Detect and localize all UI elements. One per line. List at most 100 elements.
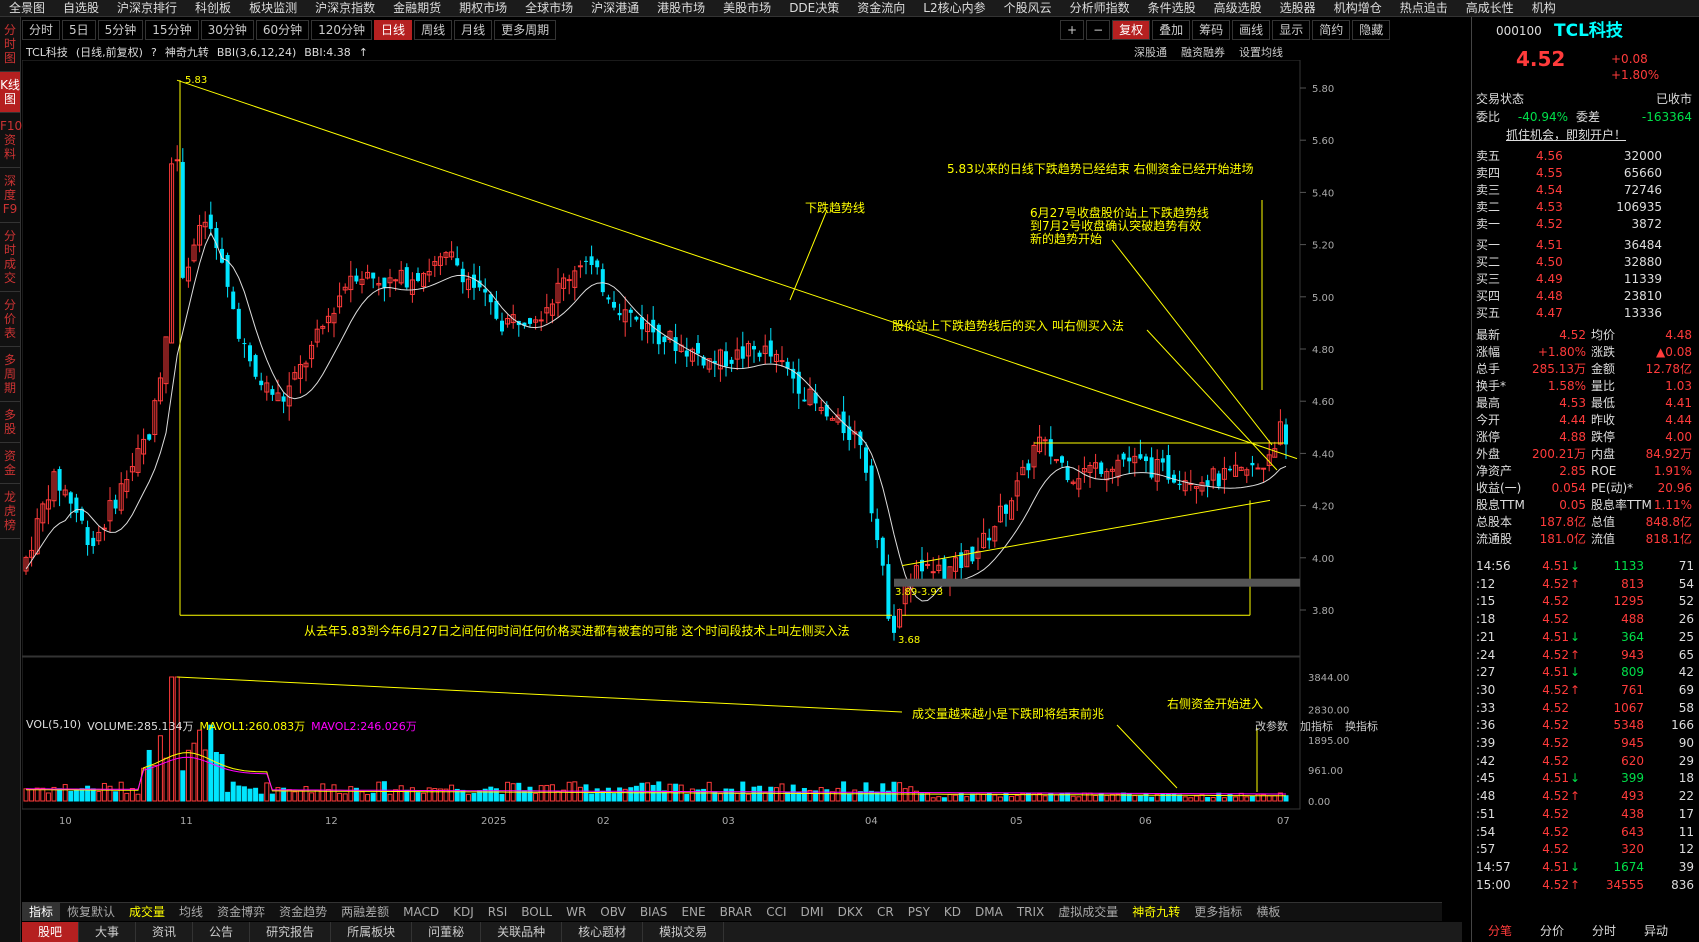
- left-tab[interactable]: 龙虎榜: [0, 484, 20, 539]
- toolbar-button[interactable]: 简约: [1312, 20, 1351, 40]
- indicator-tab[interactable]: DMA: [968, 903, 1010, 921]
- menu-item[interactable]: 分析师指数: [1061, 0, 1139, 16]
- menu-item[interactable]: 港股市场: [648, 0, 714, 16]
- left-tab[interactable]: 多周期: [0, 347, 20, 402]
- indicator-tab[interactable]: RSI: [481, 903, 515, 921]
- period-tab[interactable]: 30分钟: [200, 20, 254, 40]
- left-tab[interactable]: 多股: [0, 402, 20, 443]
- indicator-tab[interactable]: WR: [559, 903, 593, 921]
- toolbar-button[interactable]: +: [1060, 20, 1085, 40]
- volume-tool[interactable]: 换指标: [1345, 718, 1378, 734]
- indicator-tab[interactable]: DMI: [794, 903, 831, 921]
- indicator-tab[interactable]: 均线: [172, 903, 210, 921]
- toolbar-button[interactable]: 筹码: [1192, 20, 1231, 40]
- menu-item[interactable]: 自选股: [54, 0, 108, 16]
- toolbar-button[interactable]: −: [1086, 20, 1111, 40]
- quote-footer-tab[interactable]: 分笔: [1476, 923, 1524, 940]
- toolbar-button[interactable]: 叠加: [1152, 20, 1191, 40]
- bottom-tab[interactable]: 问董秘: [412, 922, 482, 942]
- indicator-name[interactable]: 神奇九转: [165, 44, 209, 60]
- bottom-tab[interactable]: 核心题材: [562, 922, 644, 942]
- toolbar-button[interactable]: 隐藏: [1352, 20, 1391, 40]
- left-tab[interactable]: 深度F9: [0, 168, 20, 223]
- indicator-tab[interactable]: CR: [870, 903, 901, 921]
- indicator-tab[interactable]: 成交量: [122, 903, 172, 921]
- quote-footer-tab[interactable]: 分时: [1580, 923, 1628, 940]
- bottom-tab[interactable]: 大事: [79, 922, 137, 942]
- menu-item[interactable]: 个股风云: [995, 0, 1061, 16]
- quote-footer-tab[interactable]: 异动: [1632, 923, 1680, 940]
- indicator-tab[interactable]: BRAR: [713, 903, 760, 921]
- chart-tool[interactable]: 融资融券: [1181, 44, 1225, 60]
- indicator-tab[interactable]: 恢复默认: [60, 903, 122, 921]
- menu-item[interactable]: 全景图: [0, 0, 54, 16]
- menu-item[interactable]: 机构增仓: [1325, 0, 1391, 16]
- bottom-tab[interactable]: 模拟交易: [643, 922, 725, 942]
- period-tab[interactable]: 日线: [374, 20, 413, 40]
- kline-mode[interactable]: (日线,前复权): [76, 44, 143, 60]
- indicator-tab[interactable]: KDJ: [446, 903, 481, 921]
- period-tab[interactable]: 5日: [62, 20, 96, 40]
- toolbar-button[interactable]: 画线: [1232, 20, 1271, 40]
- menu-item[interactable]: 沪深京排行: [108, 0, 186, 16]
- indicator-tab[interactable]: KD: [937, 903, 968, 921]
- indicator-tab[interactable]: 两融差额: [334, 903, 396, 921]
- menu-item[interactable]: 资金流向: [848, 0, 914, 16]
- period-tab[interactable]: 120分钟: [311, 20, 373, 40]
- menu-item[interactable]: 机构: [1523, 0, 1565, 16]
- period-tab[interactable]: 周线: [414, 20, 453, 40]
- menu-item[interactable]: 美股市场: [714, 0, 780, 16]
- menu-item[interactable]: DDE决策: [780, 0, 848, 16]
- period-tab[interactable]: 月线: [454, 20, 493, 40]
- indicator-tab[interactable]: 虚拟成交量: [1051, 903, 1125, 921]
- promo-link[interactable]: 抓住机会，即刻开户！: [1506, 127, 1686, 144]
- menu-item[interactable]: 高级选股: [1205, 0, 1271, 16]
- toolbar-button[interactable]: 显示: [1272, 20, 1311, 40]
- menu-item[interactable]: 科创板: [186, 0, 240, 16]
- left-tab[interactable]: F10资料: [0, 113, 22, 168]
- menu-item[interactable]: 板块监测: [240, 0, 306, 16]
- quote-footer-tab[interactable]: 分价: [1528, 923, 1576, 940]
- period-tab[interactable]: 60分钟: [255, 20, 310, 40]
- period-tab[interactable]: 15分钟: [145, 20, 199, 40]
- menu-item[interactable]: 高成长性: [1457, 0, 1523, 16]
- indicator-tab[interactable]: BIAS: [633, 903, 675, 921]
- left-tab[interactable]: K线图: [0, 72, 20, 113]
- menu-item[interactable]: 热点追击: [1391, 0, 1457, 16]
- left-tab[interactable]: 资金: [0, 443, 20, 484]
- indicator-tab[interactable]: 更多指标: [1187, 903, 1249, 921]
- menu-item[interactable]: L2核心内参: [914, 0, 994, 16]
- indicator-tab[interactable]: 指标: [22, 903, 61, 921]
- indicator-tab[interactable]: PSY: [901, 903, 937, 921]
- menu-item[interactable]: 沪深京指数: [306, 0, 384, 16]
- indicator-tab[interactable]: ENE: [674, 903, 712, 921]
- volume-tool[interactable]: 改参数: [1255, 718, 1288, 734]
- left-tab[interactable]: 分价表: [0, 292, 20, 347]
- bottom-tab[interactable]: 资讯: [136, 922, 194, 942]
- chart-tool[interactable]: 深股通: [1134, 44, 1167, 60]
- indicator-tab[interactable]: TRIX: [1010, 903, 1051, 921]
- bottom-tab[interactable]: 股吧: [22, 922, 80, 942]
- menu-item[interactable]: 金融期货: [384, 0, 450, 16]
- chart-tool[interactable]: 设置均线: [1239, 44, 1283, 60]
- indicator-tab[interactable]: BOLL: [514, 903, 559, 921]
- period-tab[interactable]: 分时: [22, 20, 61, 40]
- indicator-tab[interactable]: OBV: [593, 903, 633, 921]
- bottom-tab[interactable]: 研究报告: [250, 922, 332, 942]
- menu-item[interactable]: 选股器: [1271, 0, 1325, 16]
- bottom-tab[interactable]: 关联品种: [481, 922, 563, 942]
- volume-tool[interactable]: 加指标: [1300, 718, 1333, 734]
- menu-item[interactable]: 沪深港通: [582, 0, 648, 16]
- help-icon[interactable]: ?: [151, 46, 157, 59]
- left-tab[interactable]: 分时图: [0, 17, 20, 72]
- bottom-tab[interactable]: 所属板块: [331, 922, 413, 942]
- toolbar-button[interactable]: 复权: [1112, 20, 1151, 40]
- indicator-tab[interactable]: 资金趋势: [272, 903, 334, 921]
- menu-item[interactable]: 条件选股: [1139, 0, 1205, 16]
- left-tab[interactable]: 分时成交: [0, 223, 20, 292]
- menu-item[interactable]: 期权市场: [450, 0, 516, 16]
- kline-chart[interactable]: 5.80 5.60 5.40 5.20 5.00 4.80 4.60 4.40 4.20 4.00…: [22, 60, 1467, 900]
- bottom-tab[interactable]: 公告: [193, 922, 251, 942]
- indicator-tab[interactable]: 神奇九转: [1125, 903, 1187, 921]
- indicator-tab[interactable]: CCI: [759, 903, 793, 921]
